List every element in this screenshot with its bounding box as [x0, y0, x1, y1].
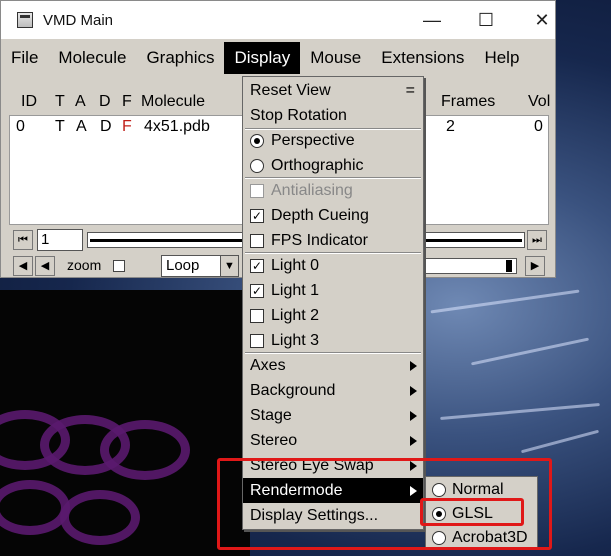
vmd-render-viewport[interactable]: [0, 290, 250, 556]
depth-cueing-item[interactable]: ✓ Depth Cueing: [243, 203, 423, 228]
col-molecule[interactable]: Molecule: [141, 93, 205, 111]
loop-mode-select[interactable]: Loop ▼: [161, 255, 239, 277]
col-frames[interactable]: Frames: [441, 93, 495, 111]
orthographic-item[interactable]: Orthographic: [243, 153, 423, 178]
minimize-button[interactable]: —: [409, 1, 455, 39]
window-title: VMD Main: [43, 11, 114, 29]
light-2-item[interactable]: Light 2: [243, 303, 423, 328]
annotation-box-glsl: [420, 498, 524, 526]
checkbox-icon: [250, 309, 264, 323]
checkbox-checked-icon: ✓: [250, 209, 264, 223]
light-0-item[interactable]: ✓ Light 0: [243, 253, 423, 278]
stage-item[interactable]: Stage: [243, 403, 423, 428]
maximize-button[interactable]: ☐: [463, 1, 509, 39]
zoom-label: zoom: [67, 257, 102, 273]
cell-d[interactable]: D: [100, 118, 112, 136]
radio-icon: [250, 159, 264, 173]
menu-graphics[interactable]: Graphics: [136, 42, 224, 74]
title-bar[interactable]: VMD Main — ☐ ✕: [1, 1, 555, 39]
stereo-item[interactable]: Stereo: [243, 428, 423, 453]
cell-a[interactable]: A: [76, 118, 87, 136]
col-d[interactable]: D: [99, 93, 111, 111]
submenu-arrow-icon: [410, 386, 417, 396]
axes-item[interactable]: Axes: [243, 353, 423, 378]
step-back-button[interactable]: ◀: [13, 256, 33, 276]
checkbox-checked-icon: ✓: [250, 284, 264, 298]
speed-slider[interactable]: [423, 258, 517, 274]
col-vol[interactable]: Vol: [528, 93, 550, 111]
loop-mode-value: Loop: [166, 257, 200, 274]
cell-f[interactable]: F: [122, 118, 132, 136]
cell-id: 0: [16, 118, 25, 135]
cell-t[interactable]: T: [55, 118, 65, 136]
zoom-checkbox[interactable]: [113, 260, 125, 272]
app-icon: [17, 12, 33, 28]
checkbox-icon: [250, 334, 264, 348]
menu-extensions[interactable]: Extensions: [371, 42, 474, 74]
cell-molecule: 4x51.pdb: [144, 118, 210, 135]
play-forward-button[interactable]: ▶: [525, 256, 545, 276]
col-a[interactable]: A: [75, 93, 86, 111]
col-t[interactable]: T: [55, 93, 65, 111]
cell-vol: 0: [534, 118, 543, 135]
frame-number-input[interactable]: 1: [37, 229, 83, 251]
first-frame-button[interactable]: ⏮: [13, 230, 33, 250]
stop-rotation-item[interactable]: Stop Rotation: [243, 103, 423, 128]
reset-view-item[interactable]: Reset View =: [243, 78, 423, 103]
close-button[interactable]: ✕: [519, 1, 565, 39]
radio-selected-icon: [250, 134, 264, 148]
background-item[interactable]: Background: [243, 378, 423, 403]
shortcut-label: =: [405, 82, 415, 99]
frame-slider-right[interactable]: [423, 232, 525, 248]
menu-mouse[interactable]: Mouse: [300, 42, 371, 74]
menu-file[interactable]: File: [1, 42, 48, 74]
submenu-arrow-icon: [410, 411, 417, 421]
light-3-item[interactable]: Light 3: [243, 328, 423, 353]
checkbox-icon: [250, 234, 264, 248]
menu-display[interactable]: Display: [224, 42, 301, 74]
play-back-button[interactable]: ◀: [35, 256, 55, 276]
submenu-arrow-icon: [410, 436, 417, 446]
chevron-down-icon: ▼: [220, 256, 238, 276]
menu-bar: File Molecule Graphics Display Mouse Ext…: [1, 41, 555, 75]
col-id[interactable]: ID: [21, 93, 37, 111]
antialiasing-item: Antialiasing: [243, 178, 423, 203]
checkbox-checked-icon: ✓: [250, 259, 264, 273]
col-f[interactable]: F: [122, 93, 132, 111]
frame-slider[interactable]: [87, 232, 245, 248]
submenu-arrow-icon: [410, 361, 417, 371]
menu-help[interactable]: Help: [474, 42, 529, 74]
last-frame-button[interactable]: ⏭: [527, 230, 547, 250]
light-1-item[interactable]: ✓ Light 1: [243, 278, 423, 303]
fps-indicator-item[interactable]: FPS Indicator: [243, 228, 423, 253]
menu-molecule[interactable]: Molecule: [48, 42, 136, 74]
cell-frames: 2: [446, 118, 455, 135]
checkbox-icon: [250, 184, 264, 198]
perspective-item[interactable]: Perspective: [243, 128, 423, 153]
